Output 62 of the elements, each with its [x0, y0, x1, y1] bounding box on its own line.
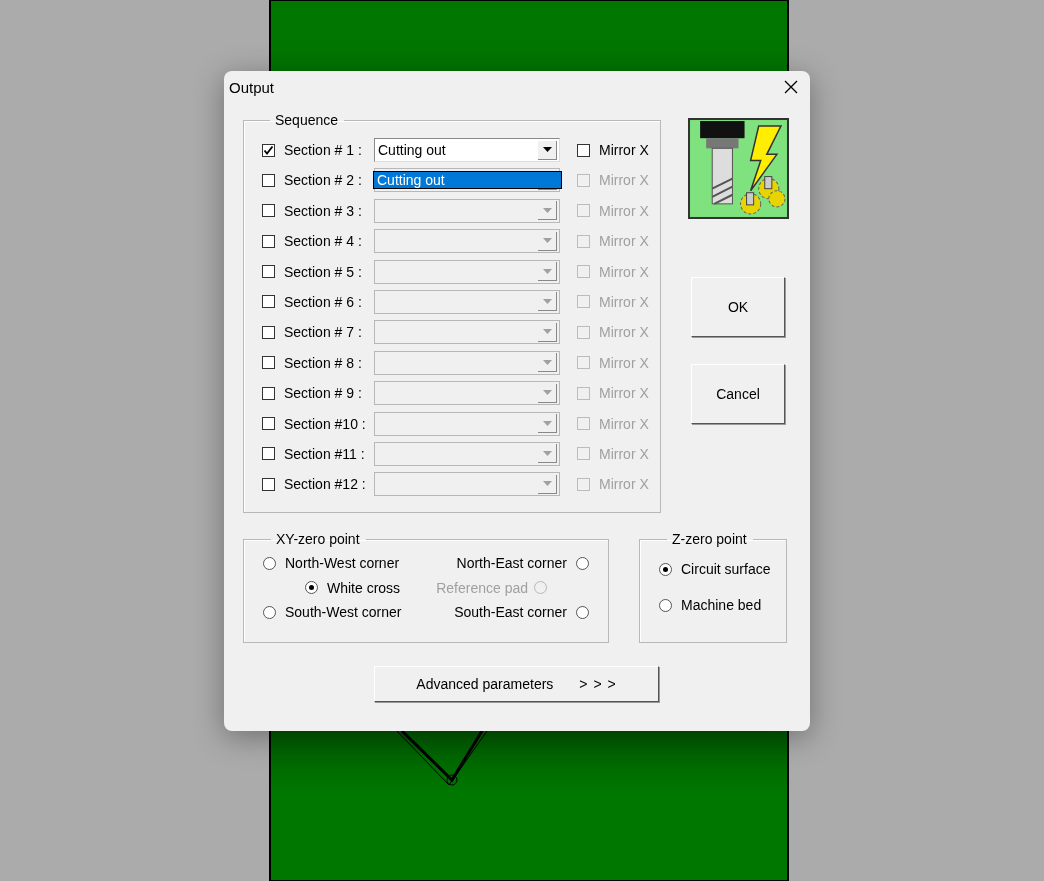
section-label: Section # 4 : — [284, 233, 363, 250]
dropdown-option[interactable]: Cutting out — [374, 172, 561, 188]
group-title: Sequence — [274, 112, 340, 128]
mirror-label: Mirror X — [599, 324, 649, 341]
advanced-parameters-button[interactable]: Advanced parameters > > > — [374, 666, 659, 702]
checkbox[interactable] — [262, 143, 275, 157]
radio-label: North-East corner — [456, 555, 567, 572]
radio-label: South-West corner — [285, 604, 402, 621]
radio-button[interactable] — [576, 605, 589, 619]
radio-label: Reference pad — [436, 579, 528, 596]
section-label: Section # 3 : — [284, 202, 363, 219]
radio-button[interactable] — [576, 556, 589, 570]
caret-icon — [542, 147, 552, 152]
section-label: Section # 5 : — [284, 263, 363, 280]
radio-button[interactable] — [305, 581, 318, 595]
window-title: Output — [229, 78, 275, 96]
section-label: Section # 1 : — [284, 142, 363, 158]
radio-label: North-West corner — [285, 555, 400, 572]
group-title: XY-zero point — [275, 531, 361, 547]
mirror-label: Mirror X — [599, 415, 649, 432]
radio-button[interactable] — [659, 562, 672, 576]
milling-cutter-icon — [688, 118, 789, 219]
section-label: Section # 7 : — [284, 324, 363, 341]
mirror-label: Mirror X — [599, 172, 649, 189]
caret-icon — [542, 450, 552, 456]
mirror-label: Mirror X — [599, 354, 649, 371]
radio-label: South-East corner — [454, 604, 567, 621]
caret-icon — [542, 329, 552, 335]
section-label: Section #10 : — [284, 415, 367, 432]
mirror-label: Mirror X — [599, 476, 649, 493]
section-label: Section #12 : — [284, 476, 367, 493]
radio-label: Machine bed — [681, 597, 762, 613]
mirror-label: Mirror X — [599, 263, 649, 280]
caret-icon — [542, 268, 552, 274]
caret-icon — [542, 298, 552, 304]
dialog-button[interactable]: OK — [691, 277, 785, 337]
radio-label: White cross — [327, 579, 401, 596]
mirror-label: Mirror X — [599, 233, 649, 250]
radio-button[interactable] — [263, 605, 276, 619]
section-label: Section # 9 : — [284, 385, 363, 402]
radio-button[interactable] — [263, 556, 276, 570]
section-label: Section #11 : — [284, 445, 366, 462]
section-label: Section # 6 : — [284, 293, 363, 310]
caret-icon — [542, 359, 552, 365]
caret-icon — [542, 390, 552, 396]
mirror-label: Mirror X — [599, 142, 649, 158]
mirror-label: Mirror X — [599, 202, 649, 219]
group-title: Z-zero point — [671, 531, 748, 547]
section-label: Section # 2 : — [284, 172, 363, 189]
caret-icon — [542, 420, 552, 426]
radio-button[interactable] — [659, 598, 672, 612]
caret-icon — [542, 238, 552, 244]
mirror-label: Mirror X — [599, 445, 649, 462]
radio-label: Circuit surface — [681, 561, 771, 577]
caret-icon — [542, 481, 552, 487]
section-dropdown[interactable]: Cutting out — [374, 138, 560, 162]
mirror-label: Mirror X — [599, 293, 649, 310]
section-label: Section # 8 : — [284, 354, 363, 371]
mirror-label: Mirror X — [599, 385, 649, 402]
dialog-button[interactable]: Cancel — [691, 364, 785, 424]
caret-icon — [542, 207, 552, 213]
mirror-checkbox[interactable] — [577, 143, 590, 157]
